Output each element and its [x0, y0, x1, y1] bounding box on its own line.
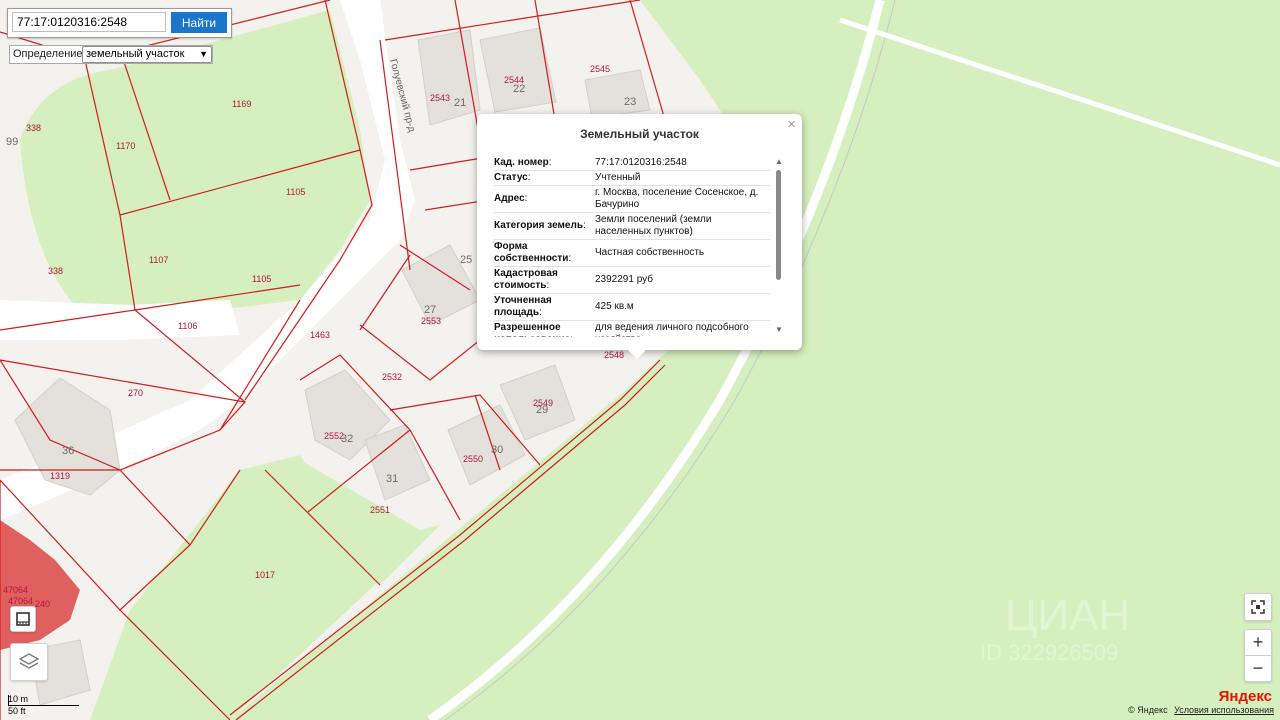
- definition-label: Определение:: [13, 48, 86, 60]
- parcel-label: 1319: [50, 471, 70, 481]
- zoom-in-button[interactable]: +: [1244, 629, 1272, 656]
- parcel-label: 36: [62, 445, 74, 457]
- scale-imperial-label: 50 ft: [8, 706, 26, 716]
- parcel-label: 99: [6, 136, 18, 148]
- row-key: Разрешенное использование: [494, 322, 570, 337]
- row-value: 77:17:0120316:2548: [595, 156, 770, 171]
- table-row: Кадастровая стоимость: 2392291 руб: [494, 266, 770, 294]
- scale-metric-label: 10 m: [8, 694, 29, 704]
- parcel-label: 30: [491, 444, 503, 456]
- parcel-label: 270: [128, 388, 143, 398]
- row-key: Кад. номер: [494, 157, 549, 168]
- search-panel: Найти: [7, 8, 232, 38]
- popup-pointer: [628, 350, 646, 359]
- zoom-out-button[interactable]: −: [1244, 655, 1272, 682]
- terms-link[interactable]: Условия использования: [1174, 705, 1274, 715]
- parcel-label: 1017: [255, 570, 275, 580]
- parcel-label: 47064: [8, 596, 33, 606]
- table-row: Уточненная площадь: 425 кв.м: [494, 293, 770, 321]
- parcel-label: 2545: [590, 64, 610, 74]
- definition-panel: Определение: земельный участок ▼: [9, 45, 213, 64]
- cadastral-map[interactable]: Голуевский пр-д 1169 338 99 1170 1105 11…: [0, 0, 1280, 720]
- parcel-label: 2532: [382, 372, 402, 382]
- table-row: Кад. номер: 77:17:0120316:2548: [494, 156, 770, 171]
- row-value: Частная собственность: [595, 239, 770, 267]
- parcel-label: 1463: [310, 330, 330, 340]
- table-row: Форма собственности: Частная собственност…: [494, 239, 770, 267]
- parcel-attributes-table: Кад. номер: 77:17:0120316:2548 Статус: Учт…: [494, 156, 770, 337]
- ruler-icon: [16, 612, 30, 626]
- parcel-label: 338: [26, 123, 41, 133]
- scroll-up-icon[interactable]: ▲: [775, 157, 783, 166]
- row-value: 425 кв.м: [595, 293, 770, 321]
- definition-selected-value: земельный участок: [86, 48, 185, 60]
- parcel-label: 47064: [3, 585, 28, 595]
- row-key: Категория земель: [494, 220, 583, 231]
- row-value: Земли поселений (земли населенных пункто…: [595, 212, 770, 240]
- parcel-label: 23: [624, 96, 636, 108]
- parcel-label: 338: [48, 266, 63, 276]
- row-value: для ведения личного подсобного хозяйства: [595, 320, 770, 337]
- row-value: г. Москва, поселение Сосенское, д. Бачур…: [595, 185, 770, 213]
- row-value: Учтенный: [595, 170, 770, 186]
- parcel-label: 1106: [178, 321, 197, 331]
- row-key: Уточненная площадь: [494, 295, 552, 318]
- parcel-label: 29: [536, 404, 548, 416]
- parcel-label: 2550: [463, 454, 483, 464]
- yandex-logo[interactable]: Яндекс: [1219, 688, 1272, 705]
- table-row: Категория земель: Земли поселений (земли …: [494, 212, 770, 240]
- parcel-label: 2548: [604, 350, 624, 360]
- parcel-label: 240: [35, 599, 50, 609]
- parcel-label: 27: [424, 304, 436, 316]
- copyright: © Яндекс Условия использования: [1128, 705, 1274, 715]
- cian-watermark-id: ID 322926509: [980, 640, 1118, 665]
- cadastral-search-input[interactable]: [12, 12, 166, 32]
- scroll-down-icon[interactable]: ▼: [775, 325, 783, 334]
- parcel-label: 1169: [232, 99, 251, 109]
- copyright-text: © Яндекс: [1128, 705, 1168, 715]
- chevron-down-icon: ▼: [199, 49, 208, 59]
- parcel-label: 1107: [149, 255, 168, 265]
- road-west: [0, 300, 240, 340]
- parcel-label: 25: [460, 254, 472, 266]
- fullscreen-button[interactable]: [1244, 593, 1272, 621]
- definition-select[interactable]: земельный участок ▼: [82, 46, 212, 63]
- table-row: Разрешенное использование:для ведения ли…: [494, 320, 770, 337]
- parcel-info-popup: × Земельный участок Кад. номер: 77:17:012…: [477, 114, 802, 359]
- parcel-label: 1105: [252, 274, 271, 284]
- parcel-label: 2553: [421, 316, 441, 326]
- table-row: Адрес: г. Москва, поселение Сосенское, д.…: [494, 185, 770, 213]
- ruler-button[interactable]: [10, 606, 36, 632]
- row-key: Форма собственности: [494, 241, 569, 264]
- fullscreen-icon: [1251, 600, 1265, 614]
- parcel-label: 1170: [116, 141, 135, 151]
- parcel-label: 31: [386, 473, 398, 485]
- layers-icon: [18, 653, 40, 669]
- table-row: Статус: Учтенный: [494, 170, 770, 186]
- parcel-label: 2543: [430, 93, 450, 103]
- parcel-label: 22: [513, 83, 525, 95]
- popup-title: Земельный участок: [580, 127, 699, 141]
- layers-button[interactable]: [10, 643, 48, 681]
- popup-scrollbar[interactable]: [776, 170, 781, 280]
- cian-watermark-text: ЦИАН: [1005, 591, 1130, 640]
- search-button[interactable]: Найти: [171, 12, 227, 33]
- row-key: Статус: [494, 172, 528, 183]
- parcel-label: 32: [341, 433, 353, 445]
- row-value: 2392291 руб: [595, 266, 770, 294]
- parcel-label: 2551: [370, 505, 390, 515]
- parcel-label: 21: [454, 97, 466, 109]
- popup-table-scroll[interactable]: Кад. номер: 77:17:0120316:2548 Статус: Учт…: [494, 156, 770, 337]
- row-key: Адрес: [494, 193, 525, 204]
- parcel-label: 1105: [286, 187, 305, 197]
